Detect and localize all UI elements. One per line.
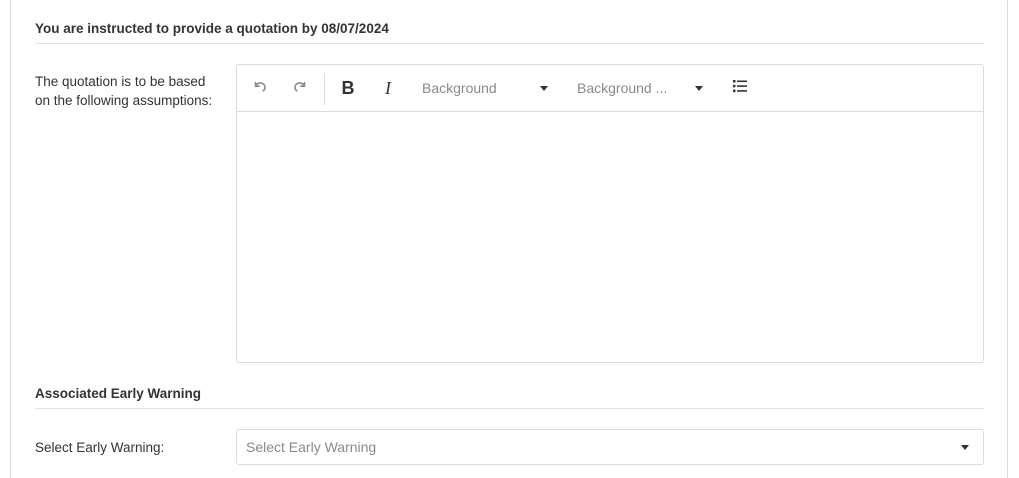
early-warning-heading: Associated Early Warning [35, 386, 202, 401]
bulleted-list-icon [732, 78, 748, 99]
early-warning-select[interactable]: Select Early Warning [236, 429, 984, 465]
early-warning-select-placeholder: Select Early Warning [246, 439, 377, 455]
undo-button[interactable] [248, 76, 272, 100]
redo-icon [291, 77, 309, 100]
bold-button[interactable]: B [336, 76, 360, 100]
section-divider [35, 43, 984, 44]
assumptions-label: The quotation is to be based on the foll… [35, 74, 213, 108]
background-color-dropdown[interactable]: Background ... [577, 76, 707, 100]
background-dropdown[interactable]: Background [422, 76, 552, 100]
section-divider [35, 408, 984, 409]
chevron-down-icon [961, 445, 969, 450]
background-dropdown-label: Background [422, 80, 497, 96]
quotation-deadline-heading: You are instructed to provide a quotatio… [35, 21, 389, 36]
italic-button[interactable]: I [376, 76, 400, 100]
chevron-down-icon [540, 86, 548, 91]
editor-toolbar: B I Background Background ... [237, 65, 983, 112]
background-color-dropdown-label: Background ... [577, 80, 668, 96]
editor-content-area[interactable] [237, 112, 983, 362]
bulleted-list-button[interactable] [728, 76, 752, 100]
toolbar-separator [324, 73, 325, 105]
chevron-down-icon [695, 86, 703, 91]
assumptions-rich-text-editor: B I Background Background ... [236, 64, 984, 363]
redo-button[interactable] [288, 76, 312, 100]
select-early-warning-label: Select Early Warning: [35, 440, 165, 455]
form-panel: You are instructed to provide a quotatio… [10, 0, 1008, 478]
undo-icon [251, 77, 269, 100]
